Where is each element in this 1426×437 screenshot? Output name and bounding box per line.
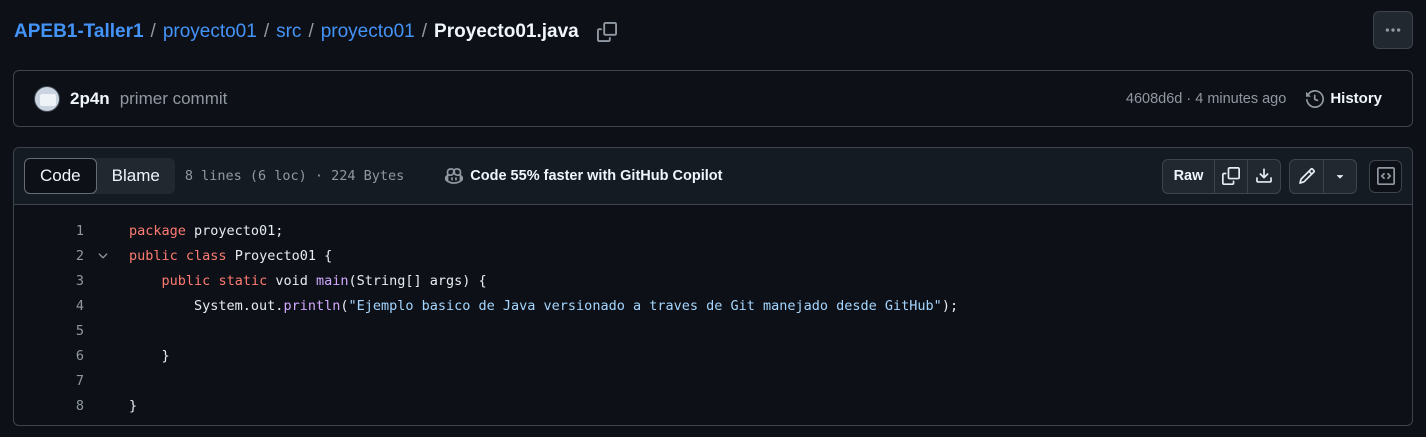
tab-code[interactable]: Code: [24, 158, 97, 194]
copilot-promo-link[interactable]: Code 55% faster with GitHub Copilot: [444, 167, 722, 185]
code-token: );: [941, 297, 959, 314]
breadcrumb-separator: /: [421, 21, 428, 42]
code-line: 6 }: [14, 343, 1412, 368]
history-button[interactable]: History: [1306, 86, 1392, 112]
line-number[interactable]: 1: [14, 223, 84, 239]
triangle-down-icon: [1336, 175, 1344, 179]
line-number[interactable]: 8: [14, 398, 84, 414]
code-line-text: public class Proyecto01 {: [129, 248, 332, 264]
code-line: 1 package proyecto01;: [14, 218, 1412, 243]
code-token: main: [316, 272, 349, 289]
code-token: class: [185, 247, 227, 264]
file-actions: Raw: [1162, 158, 1402, 194]
breadcrumb-dir-link[interactable]: proyecto01: [163, 21, 257, 43]
kebab-horizontal-icon: [1385, 28, 1401, 32]
edit-group: [1289, 158, 1357, 194]
breadcrumb-separator: /: [150, 21, 156, 42]
copy-icon: [1222, 167, 1240, 185]
commit-message-link[interactable]: primer commit: [120, 89, 228, 109]
code-token: void: [267, 272, 316, 289]
code-token: println: [283, 297, 341, 314]
latest-commit-bar: 2p4n primer commit 4608d6d · 4 minutes a…: [13, 70, 1413, 127]
edit-options-dropdown[interactable]: [1323, 159, 1356, 193]
line-number[interactable]: 5: [14, 323, 84, 339]
copy-path-button[interactable]: [595, 20, 619, 44]
code-line: 2 public class Proyecto01 {: [14, 243, 1412, 268]
download-icon: [1256, 168, 1272, 183]
edit-file-button[interactable]: [1290, 160, 1323, 193]
code-token: "Ejemplo basico de Java versionado a tra…: [348, 297, 942, 314]
symbols-panel-button[interactable]: [1369, 159, 1402, 193]
copilot-promo-label: Code 55% faster with GitHub Copilot: [470, 168, 723, 184]
pencil-icon: [1298, 168, 1315, 184]
breadcrumb-separator: /: [308, 21, 314, 42]
copilot-icon: [445, 168, 464, 184]
breadcrumb-dir-link[interactable]: proyecto01: [321, 21, 415, 43]
code-token: System.out.: [129, 297, 284, 314]
code-token: static: [218, 272, 268, 289]
copy-raw-button[interactable]: [1214, 159, 1247, 193]
tab-blame[interactable]: Blame: [97, 158, 175, 194]
line-number[interactable]: 3: [14, 273, 84, 289]
breadcrumb: APEB1-Taller1 / proyecto01 / src / proye…: [14, 18, 619, 46]
commit-author-link[interactable]: 2p4n: [70, 89, 110, 109]
file-header: Code Blame 8 lines (6 loc) · 224 Bytes C…: [14, 148, 1412, 205]
code-token: public: [161, 272, 211, 289]
line-number[interactable]: 7: [14, 373, 84, 389]
code-token: (String[] args) {: [348, 272, 487, 289]
raw-copy-download-group: Raw: [1162, 158, 1281, 194]
code-line: 7: [14, 368, 1412, 393]
history-icon: [1306, 89, 1325, 108]
code-view: 1 package proyecto01; 2 public class Pro…: [14, 205, 1412, 418]
breadcrumb-dir-link[interactable]: src: [276, 21, 301, 43]
code-token: Proyecto01 {: [226, 247, 333, 264]
code-line: 3 public static void main(String[] args)…: [14, 268, 1412, 293]
more-options-button[interactable]: [1373, 11, 1413, 49]
code-line: 8 }: [14, 393, 1412, 418]
code-line-text: }: [129, 348, 170, 364]
code-token: package: [129, 222, 186, 239]
code-line: 4 System.out.println("Ejemplo basico de …: [14, 293, 1412, 318]
code-line: 5: [14, 318, 1412, 343]
avatar[interactable]: [34, 85, 60, 112]
code-token: proyecto01;: [185, 222, 284, 239]
download-raw-button[interactable]: [1247, 159, 1280, 193]
code-square-icon: [1376, 167, 1395, 185]
breadcrumb-separator: /: [263, 21, 270, 42]
view-toggle: Code Blame: [24, 158, 175, 194]
code-line-text: System.out.println("Ejemplo basico de Ja…: [129, 298, 958, 314]
raw-button[interactable]: Raw: [1163, 160, 1214, 193]
code-line-text: public static void main(String[] args) {: [129, 273, 487, 289]
line-number[interactable]: 4: [14, 298, 84, 314]
file-viewer: Code Blame 8 lines (6 loc) · 224 Bytes C…: [13, 147, 1413, 426]
file-info: 8 lines (6 loc) · 224 Bytes: [184, 168, 405, 184]
chevron-down-icon[interactable]: [96, 249, 110, 263]
code-line-text: package proyecto01;: [129, 223, 283, 239]
line-number[interactable]: 2: [14, 248, 84, 264]
line-number[interactable]: 6: [14, 348, 84, 364]
code-line-text: }: [129, 398, 137, 414]
code-token: public: [129, 247, 178, 264]
code-token: }: [129, 397, 138, 414]
breadcrumb-file-name: Proyecto01.java: [434, 21, 579, 42]
commit-hash-time[interactable]: 4608d6d · 4 minutes ago: [1126, 91, 1286, 107]
breadcrumb-repo-link[interactable]: APEB1-Taller1: [14, 21, 144, 43]
copy-icon: [596, 22, 617, 42]
code-token: }: [129, 347, 170, 364]
history-label: History: [1330, 90, 1382, 107]
